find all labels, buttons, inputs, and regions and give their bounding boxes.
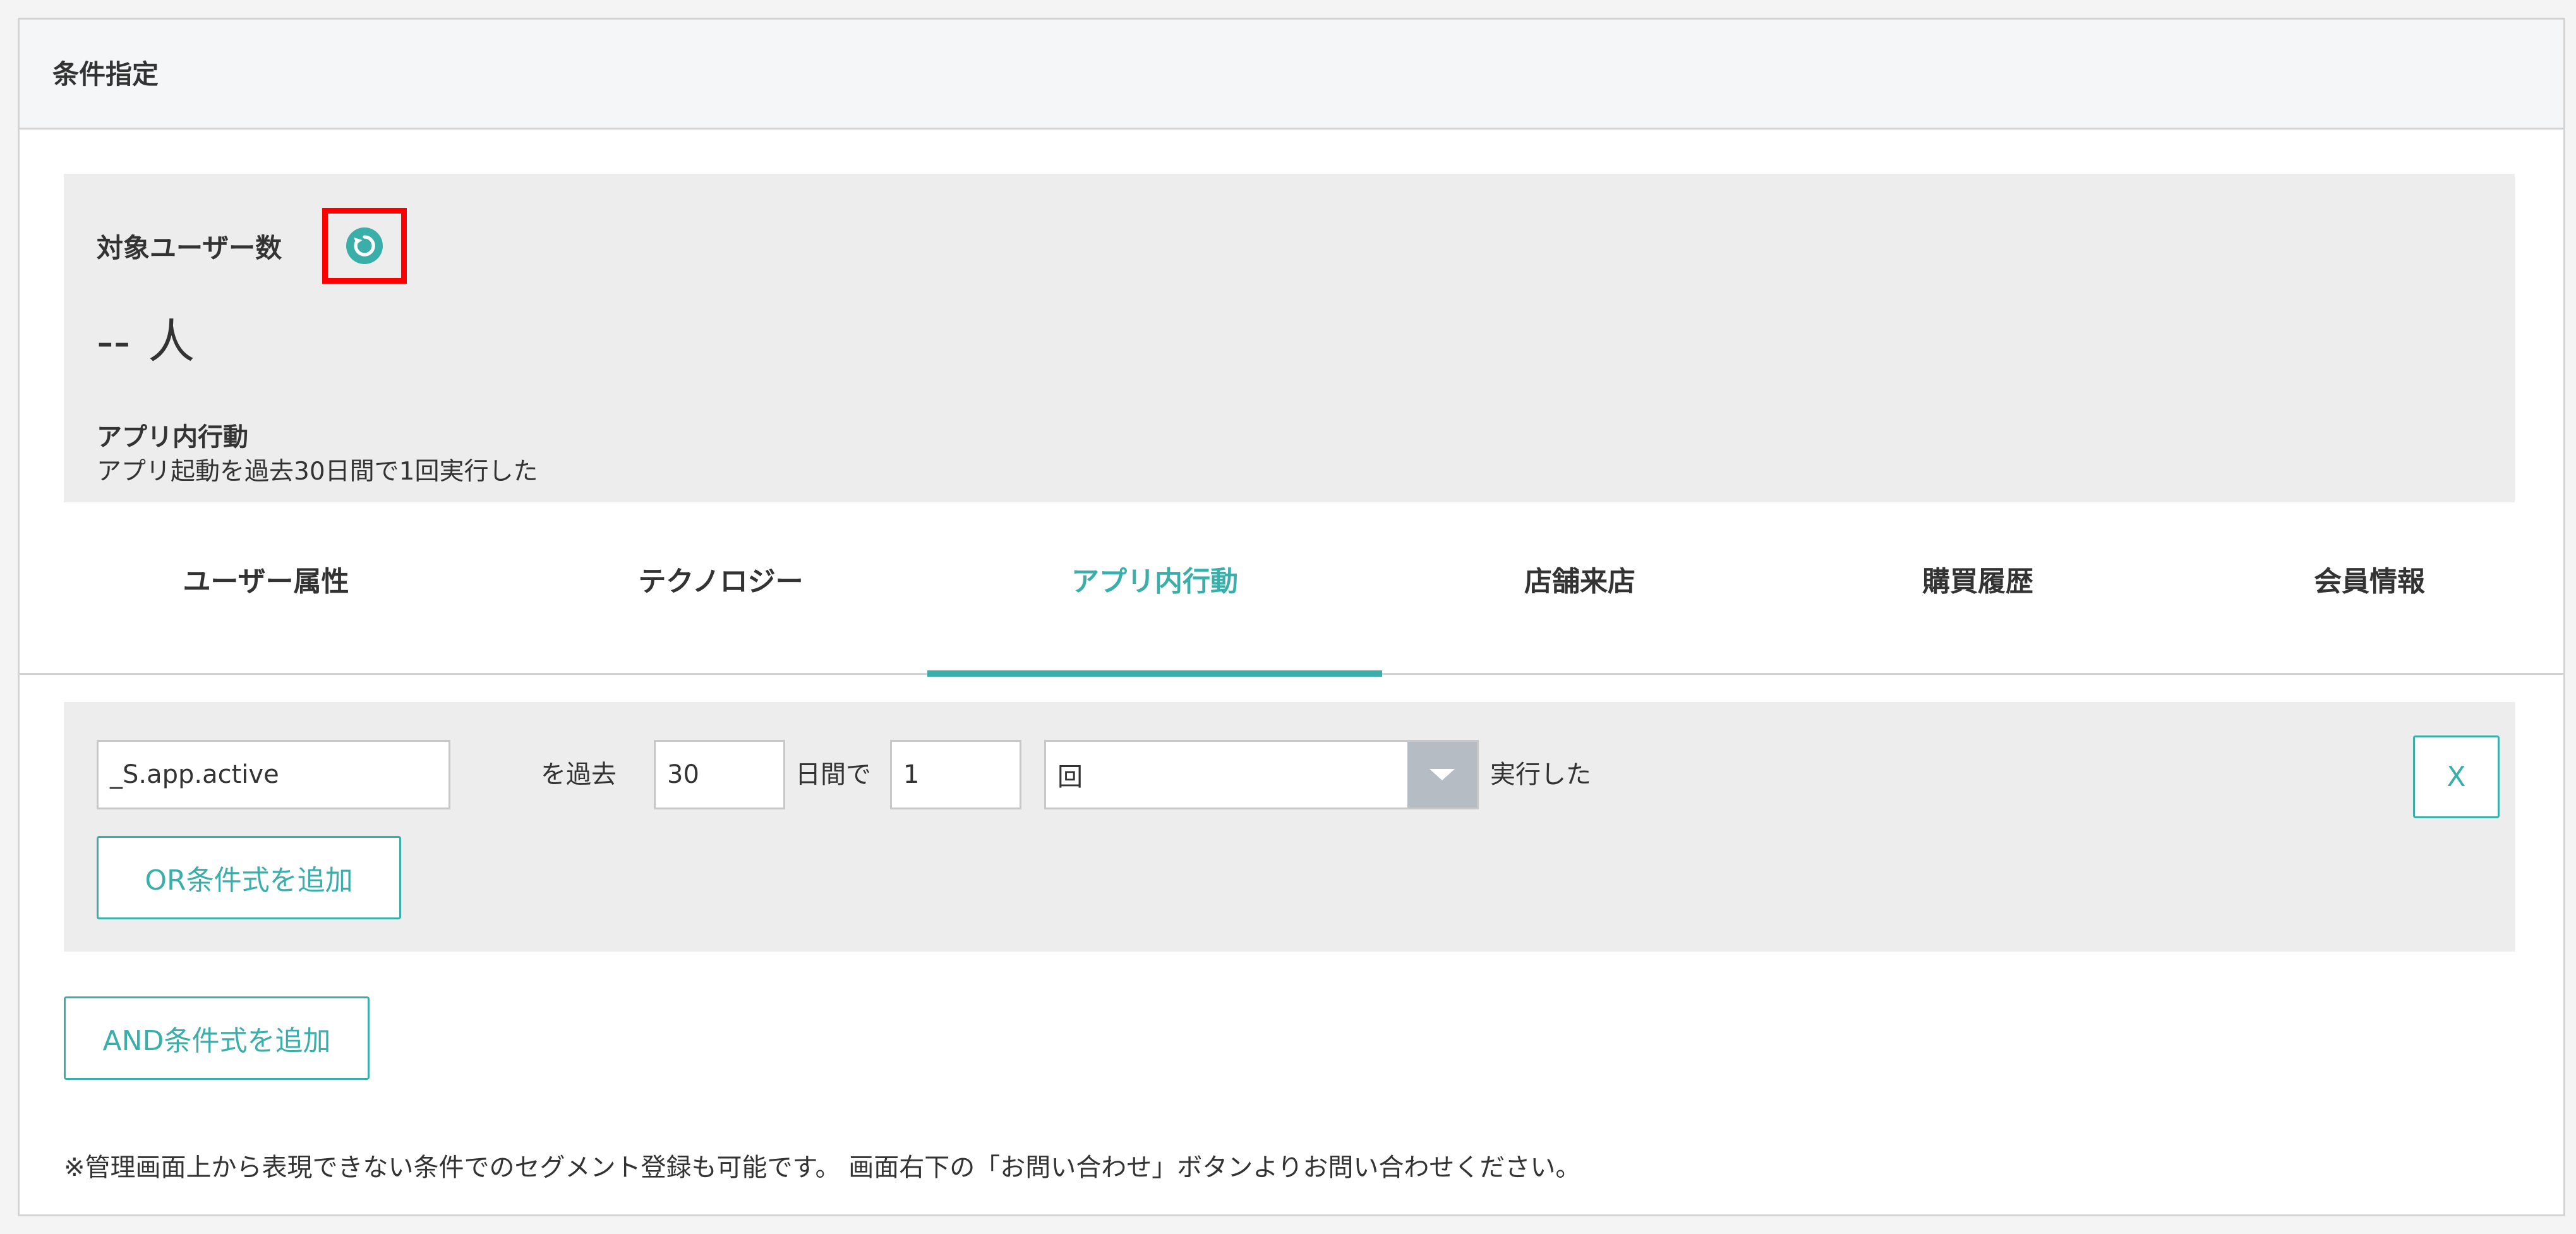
count-unit: 人 bbox=[148, 315, 195, 369]
text-days: 日間で bbox=[795, 760, 871, 789]
add-or-condition-button[interactable]: OR条件式を追加 bbox=[97, 836, 401, 919]
tab-store-visit[interactable]: 店舗来店 bbox=[1390, 544, 1769, 675]
select-arrow bbox=[1407, 742, 1477, 808]
target-count: -- 人 bbox=[97, 304, 195, 372]
tab-member-info[interactable]: 会員情報 bbox=[2180, 544, 2559, 675]
condition-summary-text: アプリ起動を過去30日間で1回実行した bbox=[97, 457, 538, 486]
count-value: -- bbox=[97, 315, 131, 369]
tab-purchase-history[interactable]: 購買履歴 bbox=[1788, 544, 2167, 675]
text-past: を過去 bbox=[541, 760, 617, 789]
unit-select-value: 回 bbox=[1057, 763, 1083, 792]
category-tabs: ユーザー属性 テクノロジー アプリ内行動 店舗来店 購買履歴 会員情報 bbox=[20, 544, 2563, 677]
target-summary: 対象ユーザー数 -- 人 アプリ内行動 アプリ起動を過去30日間で1回実行した bbox=[64, 174, 2515, 502]
tab-technology[interactable]: テクノロジー bbox=[519, 544, 923, 675]
condition-rule: _S.app.active を過去 30 日間で 1 回 実行した X OR条件… bbox=[64, 702, 2515, 952]
target-users-label: 対象ユーザー数 bbox=[97, 233, 282, 263]
refresh-icon bbox=[346, 227, 383, 264]
footnote: ※管理画面上から表現できない条件でのセグメント登録も可能です。 画面右下の「お問… bbox=[64, 1153, 1581, 1182]
refresh-button[interactable] bbox=[322, 208, 407, 284]
tab-in-app-behavior[interactable]: アプリ内行動 bbox=[927, 544, 1382, 677]
add-and-condition-button[interactable]: AND条件式を追加 bbox=[64, 996, 370, 1080]
condition-summary-title: アプリ内行動 bbox=[97, 423, 248, 452]
unit-select[interactable]: 回 bbox=[1044, 740, 1479, 809]
tab-user-attributes[interactable]: ユーザー属性 bbox=[64, 544, 468, 675]
chevron-down-icon bbox=[1429, 769, 1455, 780]
panel-title: 条件指定 bbox=[52, 59, 159, 90]
panel-header: 条件指定 bbox=[20, 20, 2563, 130]
condition-panel: 条件指定 対象ユーザー数 -- 人 アプリ内行動 アプリ起動を過去30日間で1回実… bbox=[18, 18, 2565, 1216]
text-executed: 実行した bbox=[1490, 760, 1591, 789]
event-name-input[interactable]: _S.app.active bbox=[97, 740, 450, 809]
days-input[interactable]: 30 bbox=[654, 740, 785, 809]
times-input[interactable]: 1 bbox=[890, 740, 1021, 809]
remove-condition-button[interactable]: X bbox=[2413, 735, 2500, 818]
